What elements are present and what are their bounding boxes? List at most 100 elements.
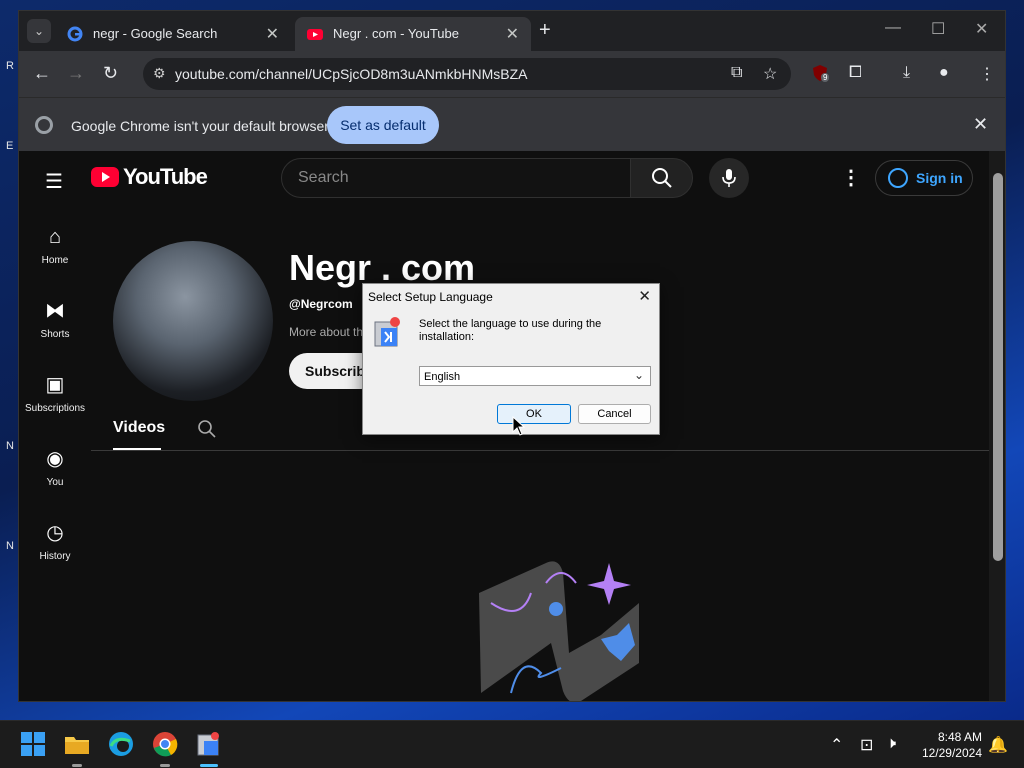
chrome-icon <box>35 116 53 134</box>
notification-bell-icon[interactable]: 🔔 <box>988 735 1008 755</box>
sidebar-label: Home <box>41 255 69 266</box>
you-icon: ◉ <box>46 448 64 470</box>
youtube-icon <box>307 29 323 40</box>
tab-youtube[interactable]: Negr . com - YouTube ✕ <box>295 17 531 51</box>
sidebar-item-history[interactable]: ◷ History <box>19 521 91 562</box>
edge-icon[interactable] <box>108 731 134 757</box>
history-icon: ◷ <box>46 522 64 544</box>
tab-strip: ⌄ negr - Google Search ✕ Negr . com - Yo… <box>19 11 1005 51</box>
window-close-icon[interactable]: ✕ <box>975 19 988 39</box>
clock-date: 12/29/2024 <box>921 746 982 760</box>
close-icon[interactable]: ✕ <box>266 24 279 44</box>
dialog-prompt: Select the language to use during the in… <box>419 318 602 343</box>
installer-icon <box>374 317 400 347</box>
taskbar-running-indicator <box>160 764 170 767</box>
search-icon <box>652 168 672 188</box>
scrollbar[interactable] <box>989 151 1005 701</box>
sidebar-label: You <box>46 477 64 488</box>
search-button[interactable] <box>630 158 693 198</box>
reload-icon[interactable]: ↻ <box>103 63 118 84</box>
tab-videos[interactable]: Videos <box>113 419 165 437</box>
settings-menu-icon[interactable]: ⋮ <box>841 165 861 190</box>
search-box[interactable] <box>281 158 631 198</box>
close-icon[interactable]: ✕ <box>973 114 988 135</box>
forward-icon[interactable]: → <box>67 63 85 84</box>
system-clock[interactable]: 8:48 AM 12/29/2024 <box>910 729 982 761</box>
tabs-divider <box>91 450 991 451</box>
dialog-title: Select Setup Language <box>368 290 493 304</box>
account-icon <box>888 168 908 188</box>
sign-in-label: Sign in <box>916 170 963 186</box>
channel-about-link[interactable]: More about th <box>289 325 363 339</box>
taskbar-running-indicator <box>72 764 82 767</box>
youtube-play-icon <box>91 167 119 187</box>
tab-title: Negr . com - YouTube <box>333 26 459 41</box>
sign-in-button[interactable]: Sign in <box>875 160 973 196</box>
close-icon[interactable]: ✕ <box>506 24 519 44</box>
file-explorer-icon[interactable] <box>64 731 90 757</box>
desktop-icon[interactable]: N <box>6 440 14 452</box>
sidebar-label: Shorts <box>40 329 70 340</box>
channel-search-icon[interactable] <box>197 419 217 444</box>
language-select[interactable]: English ⌄ <box>419 366 651 386</box>
tab-search-menu-icon[interactable]: ⌄ <box>27 19 51 43</box>
chevron-up-icon[interactable]: ⌃ <box>830 735 843 755</box>
profile-icon[interactable]: ● <box>939 64 949 82</box>
sidebar-item-you[interactable]: ◉ You <box>19 447 91 488</box>
url-text[interactable]: youtube.com/channel/UCpSjcOD8m3uANmkbHNM… <box>175 66 527 82</box>
desktop-icon[interactable]: N <box>6 540 14 552</box>
chrome-menu-icon[interactable]: ⋮ <box>979 64 995 84</box>
windows-start-icon[interactable] <box>20 731 46 757</box>
ok-button[interactable]: OK <box>497 404 571 424</box>
sidebar-label: Subscriptions <box>24 403 86 414</box>
bookmark-star-icon[interactable]: ☆ <box>763 64 777 84</box>
taskbar: ⌃ ⊡ 🕨 8:48 AM 12/29/2024 🔔 <box>0 720 1024 768</box>
hamburger-menu-icon[interactable]: ☰ <box>45 169 63 194</box>
sidebar-item-subscriptions[interactable]: ▣ Subscriptions <box>19 373 91 414</box>
back-icon[interactable]: ← <box>33 63 51 84</box>
sidebar-item-shorts[interactable]: ⧓ Shorts <box>19 299 91 340</box>
google-icon <box>67 26 83 42</box>
cancel-button[interactable]: Cancel <box>578 404 651 424</box>
close-icon[interactable]: ✕ <box>638 287 651 305</box>
maximize-icon[interactable]: ☐ <box>931 19 945 39</box>
voice-search-button[interactable] <box>709 158 749 198</box>
set-as-default-button[interactable]: Set as default <box>327 106 439 144</box>
desktop-icon[interactable]: E <box>6 140 13 152</box>
site-info-icon[interactable]: ⚙ <box>153 65 166 82</box>
subscriptions-icon: ▣ <box>45 374 65 396</box>
search-input[interactable] <box>298 167 618 189</box>
infobar-message: Google Chrome isn't your default browser <box>71 118 329 134</box>
clock-time: 8:48 AM <box>937 730 982 744</box>
search-icon <box>198 420 216 438</box>
desktop-icon[interactable]: R <box>6 60 14 72</box>
volume-muted-icon[interactable]: 🕨 <box>886 735 896 753</box>
default-browser-infobar: Google Chrome isn't your default browser… <box>19 97 1005 151</box>
mouse-cursor-icon <box>512 416 526 436</box>
extensions-puzzle-icon[interactable]: ⧠ <box>849 64 862 82</box>
empty-state-illustration <box>479 561 639 701</box>
taskbar-active-indicator <box>200 764 218 767</box>
home-icon: ⌂ <box>48 226 62 248</box>
minimize-icon[interactable]: — <box>885 19 901 37</box>
language-selected-value: English <box>424 371 461 383</box>
channel-handle: @Negrcom <box>289 297 353 311</box>
channel-avatar[interactable] <box>113 241 273 401</box>
address-bar[interactable]: ⚙ youtube.com/channel/UCpSjcOD8m3uANmkbH… <box>143 58 791 90</box>
tab-google-search[interactable]: negr - Google Search ✕ <box>55 17 291 51</box>
new-tab-icon[interactable]: + <box>539 19 551 42</box>
extension-icon[interactable]: 9 <box>811 64 830 87</box>
setup-language-dialog: Select Setup Language ✕ Select the langu… <box>362 283 660 435</box>
toolbar: ← → ↻ ⚙ youtube.com/channel/UCpSjcOD8m3u… <box>19 51 1005 97</box>
sidebar-item-home[interactable]: ⌂ Home <box>19 225 91 266</box>
installer-taskbar-icon[interactable] <box>196 731 222 757</box>
shorts-icon: ⧓ <box>45 300 65 322</box>
scrollbar-thumb[interactable] <box>993 173 1003 561</box>
chrome-icon[interactable] <box>152 731 178 757</box>
youtube-wordmark: YouTube <box>123 164 208 189</box>
sidebar-label: History <box>39 551 71 562</box>
download-icon[interactable]: ⤓ <box>903 64 910 82</box>
tab-title: negr - Google Search <box>93 26 218 41</box>
install-icon[interactable]: ⧉ <box>731 64 742 82</box>
network-icon[interactable]: ⊡ <box>860 735 873 755</box>
